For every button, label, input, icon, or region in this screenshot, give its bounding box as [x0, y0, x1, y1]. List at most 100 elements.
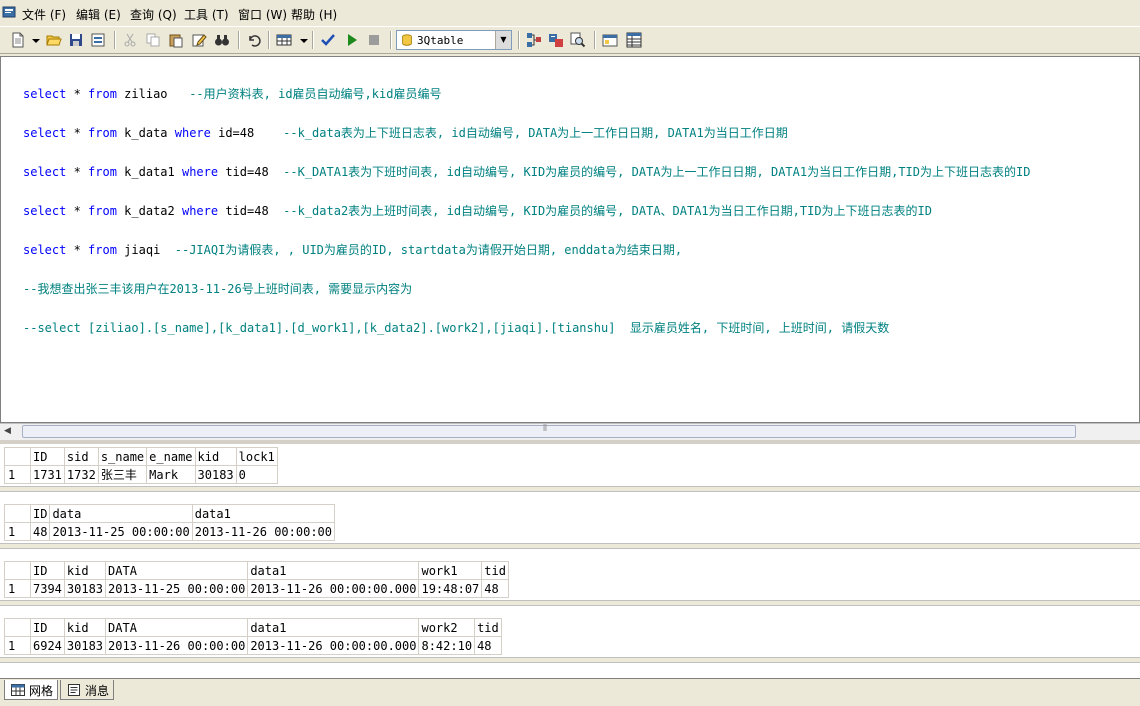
database-select[interactable]: 3Qtable ▼	[396, 30, 512, 50]
grid-corner-cell[interactable]	[4, 447, 31, 466]
estimated-plan-button[interactable]	[524, 30, 544, 50]
scrollbar-thumb[interactable]: ⦀	[22, 424, 1076, 438]
grid-cell[interactable]: 19:48:07	[418, 579, 483, 598]
menu-edit[interactable]: 编辑 (E)	[76, 6, 121, 23]
result-grid-2[interactable]: ID data data1 1 48 2013-11-25 00:00:00 2013-11…	[4, 504, 336, 541]
grid-cell[interactable]: 48	[474, 636, 502, 655]
grid-cell[interactable]: 48	[481, 579, 509, 598]
menu-window[interactable]: 窗口 (W)	[238, 6, 287, 23]
index-tuning-button[interactable]	[546, 30, 566, 50]
stop-icon	[369, 35, 379, 45]
cut-button[interactable]	[120, 30, 140, 50]
result-grid-3[interactable]: ID kid DATA data1 work1 tid 1 7394 30183 2013-11-…	[4, 561, 509, 598]
code-line-1: select * from ziliao --用户资料表, id雇员自动编号,k…	[23, 87, 442, 101]
code-line-6: --我想查出张三丰该用户在2013-11-26号上班时间表, 需要显示内容为	[23, 282, 413, 296]
column-header[interactable]: data1	[247, 561, 420, 580]
column-header[interactable]: ID	[30, 618, 65, 637]
grid-cell[interactable]: 2013-11-26 00:00:00.000	[247, 579, 420, 598]
open-button[interactable]	[44, 30, 64, 50]
grid-cell[interactable]: 30183	[63, 636, 107, 655]
row-number[interactable]: 1	[4, 465, 31, 484]
menu-file[interactable]: 文件 (F)	[22, 6, 66, 23]
chevron-down-icon[interactable]: ▼	[495, 31, 511, 49]
column-header[interactable]: e_name	[146, 447, 196, 466]
editor-horizontal-scrollbar[interactable]: ◀ ⦀	[0, 423, 1140, 440]
grid-cell[interactable]: 2013-11-25 00:00:00	[49, 522, 193, 541]
grid-corner-cell[interactable]	[4, 561, 31, 580]
app-icon[interactable]	[2, 5, 16, 19]
menu-tools[interactable]: 工具 (T)	[184, 6, 229, 23]
column-header[interactable]: tid	[481, 561, 509, 580]
scroll-left-icon[interactable]: ◀	[4, 426, 11, 436]
query-text[interactable]: select * from ziliao --用户资料表, id雇员自动编号,k…	[23, 62, 1030, 361]
column-header[interactable]: data1	[191, 504, 336, 523]
column-header[interactable]: ID	[30, 447, 65, 466]
column-header[interactable]: kid	[194, 447, 237, 466]
column-header[interactable]: DATA	[105, 561, 249, 580]
column-header[interactable]: data1	[247, 618, 420, 637]
row-number[interactable]: 1	[4, 579, 31, 598]
table-row[interactable]: 1 48 2013-11-25 00:00:00 2013-11-26 00:00:0…	[4, 522, 336, 541]
grid-cell[interactable]: 2013-11-26 00:00:00	[105, 636, 249, 655]
column-header[interactable]: lock1	[235, 447, 278, 466]
grid-cell[interactable]: 0	[235, 465, 278, 484]
menu-query[interactable]: 查询 (Q)	[130, 6, 177, 23]
load-script-button[interactable]	[88, 30, 108, 50]
tab-grid[interactable]: 网格	[4, 680, 59, 700]
new-query-button[interactable]	[8, 30, 28, 50]
column-header[interactable]: kid	[63, 618, 107, 637]
results-mode-button[interactable]	[274, 30, 294, 50]
column-header[interactable]: data	[49, 504, 193, 523]
column-header[interactable]: s_name	[97, 447, 148, 466]
column-header[interactable]: ID	[29, 504, 51, 523]
object-browser-button[interactable]	[600, 30, 620, 50]
grid-cell[interactable]: 2013-11-26 00:00:00	[191, 522, 336, 541]
grid-cell[interactable]: 30183	[63, 579, 107, 598]
play-icon	[348, 34, 357, 46]
parse-button[interactable]	[318, 30, 338, 50]
column-header[interactable]: ID	[30, 561, 65, 580]
grid-cell[interactable]: 8:42:10	[418, 636, 476, 655]
find-button[interactable]	[212, 30, 232, 50]
grid-cell[interactable]: 1731	[30, 465, 65, 484]
column-header[interactable]: kid	[63, 561, 107, 580]
tab-messages[interactable]: 消息	[60, 680, 115, 700]
grid-icon	[11, 684, 25, 696]
stop-button[interactable]	[364, 30, 384, 50]
row-number[interactable]: 1	[4, 636, 31, 655]
results-pane-button[interactable]	[624, 30, 644, 50]
grid-cell[interactable]: Mark	[146, 465, 196, 484]
column-header[interactable]: work2	[418, 618, 476, 637]
column-header[interactable]: DATA	[105, 618, 249, 637]
results-mode-dropdown[interactable]	[296, 30, 308, 50]
table-row[interactable]: 1 7394 30183 2013-11-25 00:00:00 2013-11-26 …	[4, 579, 509, 598]
grid-cell[interactable]: 6924	[30, 636, 65, 655]
query-editor[interactable]: select * from ziliao --用户资料表, id雇员自动编号,k…	[0, 56, 1140, 423]
grid-cell[interactable]: 2013-11-25 00:00:00	[105, 579, 249, 598]
table-row[interactable]: 1 1731 1732 张三丰 Mark 30183 0	[4, 465, 278, 484]
grid-corner-cell[interactable]	[4, 504, 31, 523]
grid-cell[interactable]: 30183	[194, 465, 237, 484]
grid-cell[interactable]: 48	[29, 522, 51, 541]
object-search-button[interactable]	[568, 30, 588, 50]
table-row[interactable]: 1 6924 30183 2013-11-26 00:00:00 2013-11-26 …	[4, 636, 502, 655]
grid-cell[interactable]: 1732	[63, 465, 99, 484]
grid-cell[interactable]: 7394	[30, 579, 65, 598]
undo-button[interactable]	[244, 30, 264, 50]
menu-help[interactable]: 帮助 (H)	[291, 6, 337, 23]
column-header[interactable]: tid	[474, 618, 502, 637]
new-query-dropdown[interactable]	[28, 30, 40, 50]
result-grid-4[interactable]: ID kid DATA data1 work2 tid 1 6924 30183 2013-11-…	[4, 618, 502, 655]
result-grid-1[interactable]: ID sid s_name e_name kid lock1 1 1731 1732 张三丰 Mar…	[4, 447, 278, 484]
edit-button[interactable]	[189, 30, 209, 50]
column-header[interactable]: sid	[63, 447, 99, 466]
row-number[interactable]: 1	[4, 522, 31, 541]
execute-button[interactable]	[342, 30, 362, 50]
save-button[interactable]	[66, 30, 86, 50]
column-header[interactable]: work1	[418, 561, 483, 580]
grid-cell[interactable]: 张三丰	[97, 465, 148, 484]
paste-button[interactable]	[166, 30, 186, 50]
copy-button[interactable]	[143, 30, 163, 50]
grid-cell[interactable]: 2013-11-26 00:00:00.000	[247, 636, 420, 655]
grid-corner-cell[interactable]	[4, 618, 31, 637]
